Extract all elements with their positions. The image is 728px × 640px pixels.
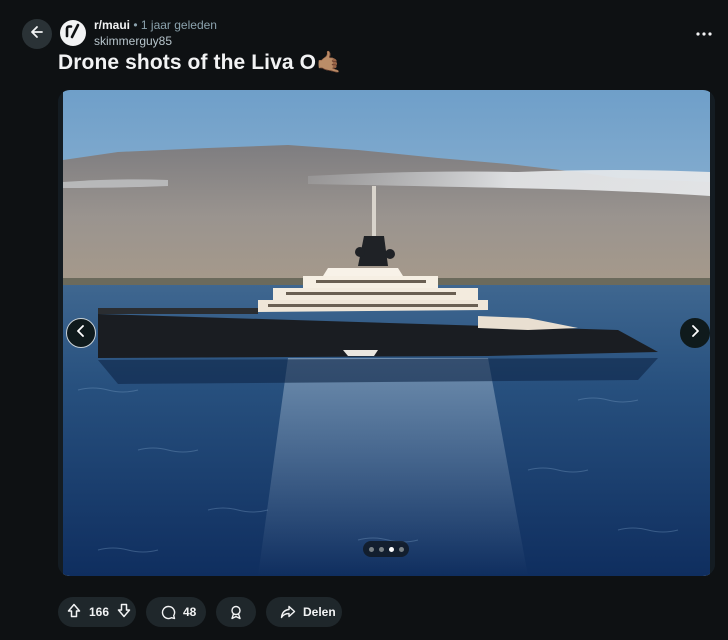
post-title: Drone shots of the Liva O🤙🏽 [58, 51, 343, 74]
meta-separator: • [133, 18, 138, 32]
back-arrow-icon [29, 24, 45, 45]
subreddit-link[interactable]: r/maui [94, 18, 130, 32]
gallery-previous-button[interactable] [66, 318, 96, 348]
award-button[interactable] [216, 597, 256, 627]
comments-button[interactable]: 48 [146, 597, 206, 627]
subreddit-avatar[interactable] [60, 20, 86, 46]
comment-count: 48 [183, 605, 197, 619]
post-timestamp: 1 jaar geleden [140, 18, 217, 32]
pagination-dot[interactable] [398, 546, 404, 552]
more-options-button[interactable] [692, 20, 716, 44]
downvote-icon [117, 603, 131, 621]
share-button[interactable]: Delen [266, 597, 342, 627]
gallery-image[interactable] [58, 90, 715, 576]
chevron-right-icon [690, 324, 700, 342]
comment-icon [158, 605, 178, 620]
back-button[interactable] [22, 19, 52, 49]
downvote-button[interactable] [111, 603, 136, 621]
author-link[interactable]: skimmerguy85 [94, 34, 217, 49]
upvote-icon [67, 603, 81, 621]
yacht-photo [58, 90, 715, 576]
upvote-button[interactable] [62, 603, 87, 621]
subreddit-icon [60, 18, 86, 49]
vote-group: 166 [58, 597, 136, 627]
pagination-dot[interactable] [388, 546, 394, 552]
chevron-left-icon [76, 324, 86, 342]
post-meta: r/maui • 1 jaar geleden skimmerguy85 [94, 18, 217, 49]
gallery-next-button[interactable] [680, 318, 710, 348]
upvote-count: 166 [88, 605, 110, 619]
share-label: Delen [303, 605, 336, 619]
pagination-dot[interactable] [378, 546, 384, 552]
share-icon [278, 605, 298, 619]
gallery-pagination [363, 541, 409, 557]
award-icon [229, 605, 243, 620]
more-options-icon [696, 23, 712, 41]
pagination-dot[interactable] [368, 546, 374, 552]
